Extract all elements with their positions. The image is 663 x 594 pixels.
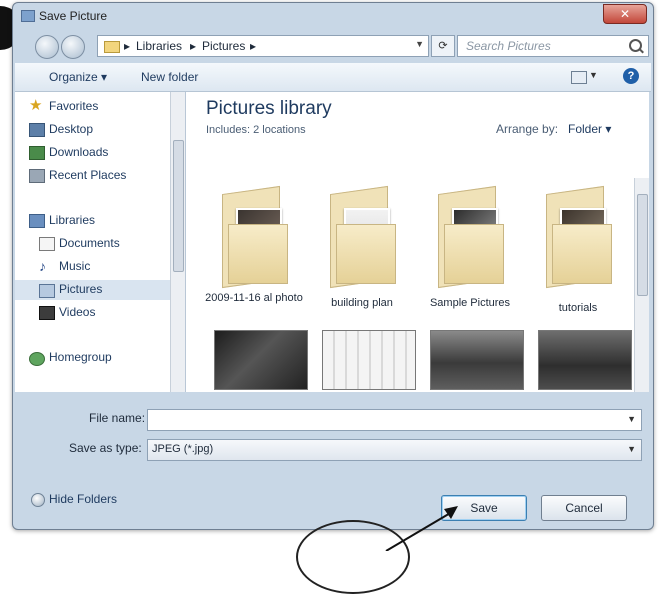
videos-icon (39, 306, 55, 320)
folder-icon[interactable] (214, 184, 294, 289)
scrollbar-thumb[interactable] (173, 140, 184, 272)
star-icon: ★ (29, 97, 43, 114)
chevron-down-icon[interactable]: ▼ (627, 444, 636, 454)
new-folder-button[interactable]: New folder (141, 70, 198, 84)
crumb-separator: ▸ (124, 39, 131, 53)
desktop-icon (29, 123, 45, 137)
save-as-type-value: JPEG (*.jpg) (152, 443, 214, 455)
image-thumbnail[interactable] (430, 330, 524, 390)
search-icon[interactable] (629, 39, 642, 52)
search-placeholder: Search Pictures (466, 39, 551, 53)
sidebar-scrollbar[interactable] (170, 92, 185, 392)
save-as-type-select[interactable]: JPEG (*.jpg) ▼ (147, 439, 642, 461)
refresh-button[interactable]: ⟳ (431, 35, 455, 57)
crumb-libraries[interactable]: Libraries (136, 39, 182, 53)
title-bar: Save Picture ✕ (13, 3, 653, 29)
save-button[interactable]: Save (441, 495, 527, 521)
chevron-down-icon[interactable]: ▼ (415, 39, 424, 49)
homegroup-icon (29, 352, 45, 366)
image-thumbnail[interactable] (322, 330, 416, 390)
music-icon: ♪ (39, 258, 46, 274)
navigation-row: ▸ Libraries ▸ Pictures ▸ ▼ ⟳ Search Pict… (13, 31, 653, 61)
command-bar: Organize ▾ New folder ▼ ? (15, 63, 651, 92)
chevron-down-icon[interactable]: ▼ (589, 70, 598, 80)
picture-icon (21, 10, 35, 22)
dialog-footer: Hide Folders Save Cancel (15, 471, 651, 523)
back-button[interactable] (35, 35, 59, 59)
sidebar-item-music[interactable]: Music (59, 259, 90, 273)
downloads-icon (29, 146, 45, 160)
organize-menu[interactable]: Organize ▾ (49, 70, 107, 84)
save-as-type-label: Save as type: (69, 441, 142, 455)
documents-icon (39, 237, 55, 251)
window-title: Save Picture (39, 9, 108, 23)
arrange-by-label: Arrange by: (496, 122, 559, 136)
save-picture-dialog: Save Picture ✕ ▸ Libraries ▸ Pictures ▸ … (12, 2, 654, 530)
sidebar-item-videos[interactable]: Videos (59, 305, 95, 319)
search-input[interactable]: Search Pictures (457, 35, 649, 57)
arrange-by-dropdown[interactable]: Folder ▾ (568, 122, 611, 136)
content-scrollbar[interactable] (634, 178, 649, 392)
sidebar-item-documents[interactable]: Documents (59, 236, 120, 250)
image-thumbnail[interactable] (538, 330, 632, 390)
crumb-separator: ▸ (190, 39, 197, 53)
sidebar-item-favorites[interactable]: Favorites (49, 99, 98, 113)
sidebar-item-homegroup[interactable]: Homegroup (49, 350, 112, 364)
sidebar-item-desktop[interactable]: Desktop (49, 122, 93, 136)
folder-icon[interactable] (322, 184, 402, 289)
crumb-pictures[interactable]: Pictures (202, 39, 245, 53)
scrollbar-thumb[interactable] (637, 194, 648, 296)
collapse-icon[interactable] (31, 493, 45, 507)
recent-places-icon (29, 169, 45, 183)
forward-button[interactable] (61, 35, 85, 59)
help-icon[interactable]: ? (623, 68, 639, 84)
libraries-icon (29, 214, 45, 228)
sidebar-item-downloads[interactable]: Downloads (49, 145, 108, 159)
image-thumbnail[interactable] (214, 330, 308, 390)
sidebar-item-libraries[interactable]: Libraries (49, 213, 95, 227)
navigation-pane: ★ Favorites Desktop Downloads Recent Pla… (15, 92, 186, 392)
folder-icon[interactable] (538, 184, 618, 289)
chevron-down-icon[interactable]: ▼ (627, 414, 636, 424)
folder-label[interactable]: 2009-11-16 al photo (204, 292, 304, 305)
view-icon[interactable] (571, 71, 587, 84)
close-button[interactable]: ✕ (603, 4, 647, 24)
sidebar-item-recent-places[interactable]: Recent Places (49, 168, 126, 182)
hide-folders-button[interactable]: Hide Folders (49, 492, 117, 506)
folder-label[interactable]: tutorials (528, 302, 628, 315)
folder-icon[interactable] (430, 184, 510, 289)
folder-label[interactable]: building plan (312, 297, 412, 310)
crumb-separator: ▸ (250, 39, 257, 53)
callout-circle (296, 520, 410, 594)
folder-label[interactable]: Sample Pictures (420, 297, 520, 310)
library-includes[interactable]: Includes: 2 locations (206, 124, 306, 136)
folder-icon (104, 41, 120, 53)
sidebar-item-pictures[interactable]: Pictures (59, 282, 102, 296)
cancel-button[interactable]: Cancel (541, 495, 627, 521)
address-bar[interactable]: ▸ Libraries ▸ Pictures ▸ ▼ (97, 35, 429, 57)
library-title: Pictures library (206, 98, 332, 119)
file-name-label: File name: (89, 411, 146, 425)
pictures-icon (39, 284, 55, 298)
file-name-input[interactable]: ▼ (147, 409, 642, 431)
file-list-area: Pictures library Includes: 2 locations A… (186, 92, 649, 392)
